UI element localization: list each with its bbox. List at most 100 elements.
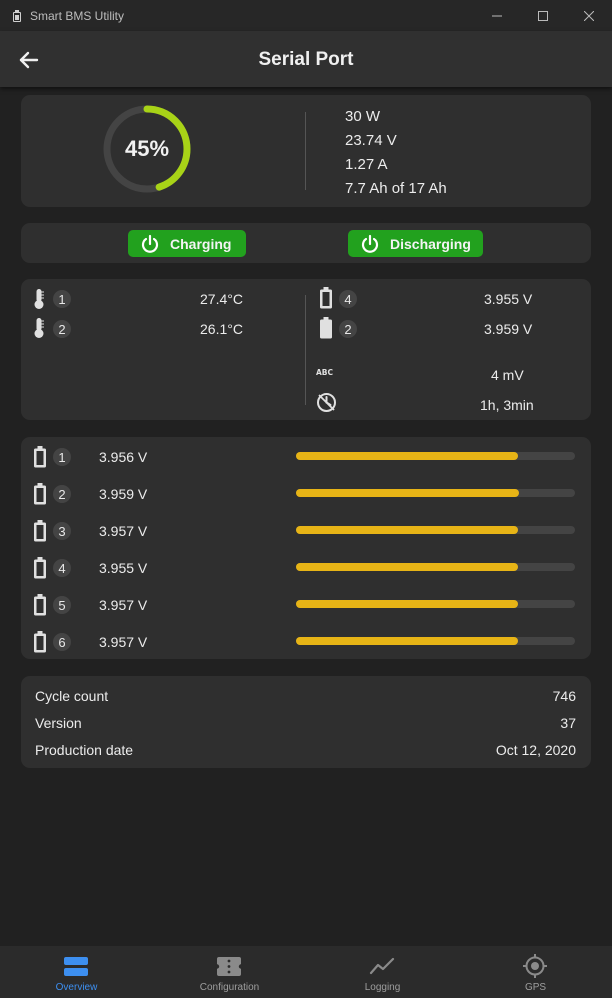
cell-index: 1 bbox=[53, 448, 71, 466]
cell-level-fill bbox=[296, 452, 519, 460]
maximize-button[interactable] bbox=[520, 0, 566, 31]
window-titlebar: Smart BMS Utility bbox=[0, 0, 612, 31]
nav-logging[interactable]: Logging bbox=[306, 946, 459, 998]
time-remaining-value: 1h, 3min bbox=[480, 397, 534, 413]
cell-delta-value: 4 mV bbox=[491, 367, 524, 383]
max-cell-index: 2 bbox=[339, 320, 357, 338]
battery-icon bbox=[34, 557, 46, 579]
cell-row: 6 3.957 V bbox=[21, 630, 591, 654]
svg-text:ABC: ABC bbox=[316, 368, 334, 377]
device-info-card: Cycle count 746 Version 37 Production da… bbox=[21, 676, 591, 768]
cell-level-bar bbox=[296, 600, 575, 608]
discharging-label: Discharging bbox=[390, 235, 471, 252]
nav-overview-label: Overview bbox=[55, 982, 98, 993]
charging-label: Charging bbox=[170, 235, 232, 252]
cell-row: 3 3.957 V bbox=[21, 519, 591, 543]
cell-voltage: 3.956 V bbox=[99, 449, 148, 465]
power-icon bbox=[361, 234, 379, 253]
cell-level-fill bbox=[296, 600, 519, 608]
current-value: 1.27 A bbox=[345, 156, 388, 173]
capacity-value: 7.7 Ah of 17 Ah bbox=[345, 180, 447, 197]
nav-overview[interactable]: Overview bbox=[0, 946, 153, 998]
configuration-icon bbox=[215, 957, 243, 976]
cell-level-bar bbox=[296, 563, 575, 571]
cell-index: 4 bbox=[53, 559, 71, 577]
voltage-value: 23.74 V bbox=[345, 132, 397, 149]
temp-sensor-value: 26.1°C bbox=[200, 321, 243, 337]
minimize-button[interactable] bbox=[474, 0, 520, 31]
nav-gps[interactable]: GPS bbox=[459, 946, 612, 998]
status-divider bbox=[305, 112, 306, 190]
cell-voltage: 3.959 V bbox=[99, 486, 148, 502]
battery-icon bbox=[34, 520, 46, 542]
maximize-icon bbox=[538, 10, 548, 21]
cell-index: 5 bbox=[53, 596, 71, 614]
app-icon bbox=[13, 9, 21, 22]
logging-icon bbox=[369, 957, 395, 975]
app-bar: Serial Port bbox=[0, 31, 612, 87]
page-title: Serial Port bbox=[258, 49, 354, 70]
production-date-label: Production date bbox=[35, 742, 134, 758]
cell-index: 3 bbox=[53, 522, 71, 540]
battery-icon bbox=[34, 483, 46, 505]
gps-icon bbox=[523, 954, 547, 978]
temperature-card: 1 27.4°C 2 26.1°C 4 3.955 V 2 3.959 V AB… bbox=[21, 279, 591, 420]
charging-button[interactable]: Charging bbox=[128, 230, 246, 257]
cell-row: 5 3.957 V bbox=[21, 593, 591, 617]
thermometer-icon bbox=[34, 318, 44, 338]
temp-divider bbox=[305, 295, 306, 405]
close-button[interactable] bbox=[566, 0, 612, 31]
timer-icon bbox=[317, 393, 336, 412]
temp-sensor-value: 27.4°C bbox=[200, 291, 243, 307]
power-icon bbox=[141, 234, 159, 253]
cycle-count-value: 746 bbox=[552, 688, 576, 704]
cell-level-bar bbox=[296, 489, 575, 497]
cycle-count-label: Cycle count bbox=[35, 688, 109, 704]
minimize-icon bbox=[492, 15, 502, 16]
production-date-value: Oct 12, 2020 bbox=[495, 742, 576, 758]
nav-configuration[interactable]: Configuration bbox=[153, 946, 306, 998]
battery-empty-icon bbox=[320, 287, 332, 309]
cell-row: 4 3.955 V bbox=[21, 556, 591, 580]
min-cell-voltage: 3.955 V bbox=[484, 291, 533, 307]
battery-icon bbox=[34, 446, 46, 468]
cell-level-bar bbox=[296, 526, 575, 534]
cell-level-fill bbox=[296, 563, 518, 571]
thermometer-icon bbox=[34, 289, 44, 309]
cell-row: 2 3.959 V bbox=[21, 482, 591, 506]
nav-gps-label: GPS bbox=[524, 982, 547, 993]
temp-sensor-index: 1 bbox=[53, 290, 71, 308]
discharging-button[interactable]: Discharging bbox=[348, 230, 483, 257]
battery-full-icon bbox=[320, 317, 332, 339]
close-icon bbox=[584, 10, 594, 21]
battery-icon bbox=[34, 631, 46, 653]
battery-icon bbox=[34, 594, 46, 616]
mosfet-controls-card: Charging Discharging bbox=[21, 223, 591, 263]
cell-level-bar bbox=[296, 637, 575, 645]
cell-level-fill bbox=[296, 526, 519, 534]
cell-voltage: 3.957 V bbox=[99, 523, 148, 539]
cell-level-fill bbox=[296, 637, 519, 645]
bottom-navigation: Overview Configuration Logging GPS bbox=[0, 946, 612, 998]
cell-voltages-card: 1 3.956 V 2 3.959 V 3 3.957 V 4 3.955 V 5 3.957 V… bbox=[21, 437, 591, 659]
temp-sensor-index: 2 bbox=[53, 320, 71, 338]
cell-index: 2 bbox=[53, 485, 71, 503]
nav-logging-label: Logging bbox=[364, 982, 401, 993]
version-value: 37 bbox=[560, 715, 576, 731]
cell-voltage: 3.957 V bbox=[99, 597, 148, 613]
abc-icon: ABC bbox=[316, 368, 334, 377]
cell-voltage: 3.957 V bbox=[99, 634, 148, 650]
min-cell-index: 4 bbox=[339, 290, 357, 308]
cell-voltage: 3.955 V bbox=[99, 560, 148, 576]
max-cell-voltage: 3.959 V bbox=[484, 321, 533, 337]
cell-level-fill bbox=[296, 489, 519, 497]
overview-icon bbox=[64, 957, 88, 976]
version-label: Version bbox=[35, 715, 82, 731]
battery-status-card: 45% 30 W 23.74 V 1.27 A 7.7 Ah of 17 Ah bbox=[21, 95, 591, 207]
power-value: 30 W bbox=[345, 108, 381, 125]
charge-percent: 45% bbox=[124, 136, 170, 161]
nav-configuration-label: Configuration bbox=[199, 982, 260, 993]
cell-index: 6 bbox=[53, 633, 71, 651]
window-title: Smart BMS Utility bbox=[30, 8, 125, 23]
cell-row: 1 3.956 V bbox=[21, 445, 591, 469]
